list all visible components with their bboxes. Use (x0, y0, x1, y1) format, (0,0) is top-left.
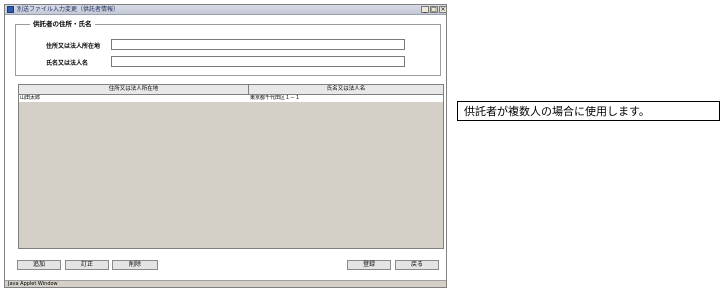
edit-button[interactable]: 訂正 (65, 260, 109, 270)
maximize-icon[interactable]: □ (430, 6, 438, 13)
status-text: Java Applet Window (8, 281, 58, 287)
fieldset-legend: 供託者の住所・氏名 (30, 20, 95, 29)
depositor-table: 住所又は法人所在地 氏名又は法人名 山田太郎 東京都千代田区１－１ (18, 84, 444, 249)
depositor-fieldset: 供託者の住所・氏名 住所又は法人所在地 氏名又は法人名 (15, 20, 441, 76)
callout-box: 供託者が複数人の場合に使用します。 (457, 101, 720, 121)
applet-window: 別送ファイル入力変更（供託者情報） _ □ × 供託者の住所・氏名 住所又は法人… (4, 4, 447, 288)
name-label: 氏名又は法人名 (46, 60, 89, 67)
column-header-name[interactable]: 氏名又は法人名 (249, 85, 443, 94)
table-cell-address: 山田太郎 (20, 95, 41, 101)
title-bar[interactable]: 別送ファイル入力変更（供託者情報） _ □ × (5, 5, 447, 15)
name-input[interactable] (111, 56, 405, 67)
table-cell-name: 東京都千代田区１－１ (250, 95, 301, 101)
status-bar: Java Applet Window (5, 280, 446, 287)
address-input[interactable] (111, 39, 405, 50)
delete-button[interactable]: 削除 (112, 260, 158, 270)
table-header: 住所又は法人所在地 氏名又は法人名 (19, 85, 443, 95)
close-icon[interactable]: × (439, 6, 447, 13)
back-button[interactable]: 戻る (395, 260, 439, 270)
address-label: 住所又は法人所在地 (46, 43, 101, 50)
register-button[interactable]: 登録 (347, 260, 391, 270)
window-title: 別送ファイル入力変更（供託者情報） (17, 6, 120, 13)
add-button[interactable]: 追加 (17, 260, 61, 270)
column-header-address[interactable]: 住所又は法人所在地 (19, 85, 249, 94)
table-row[interactable]: 山田太郎 東京都千代田区１－１ (19, 95, 443, 102)
minimize-icon[interactable]: _ (421, 6, 429, 13)
java-app-icon (7, 6, 14, 13)
callout-text: 供託者が複数人の場合に使用します。 (464, 105, 650, 118)
